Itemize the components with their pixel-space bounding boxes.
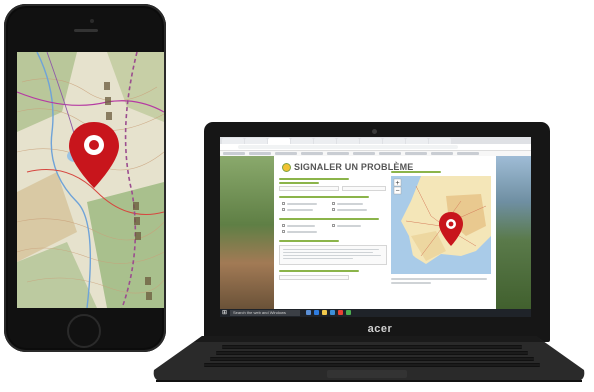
textarea-text [283,255,381,256]
checkbox-label [287,209,313,211]
browser-address-bar [220,144,531,151]
url-field[interactable] [238,145,458,149]
hiker-photo [220,156,274,309]
checkbox-label [337,203,363,205]
textarea-text [283,258,353,259]
photo-upload-field[interactable] [279,275,349,280]
bookmark-item[interactable] [405,152,427,155]
map-instruction-text [391,282,431,284]
browser-tab-bar [220,137,531,144]
map-zoom-controls: + − [393,178,402,195]
checkbox[interactable] [332,202,335,205]
app-icon[interactable] [346,310,351,315]
section-heading-problem-type [279,196,369,198]
bookmark-item[interactable] [223,152,245,155]
textarea-text [283,252,373,253]
checkbox-label [337,209,367,211]
section-heading-description [279,240,339,242]
bookmark-item[interactable] [457,152,479,155]
map-instruction-text [391,278,487,280]
bookmark-item[interactable] [249,152,271,155]
chrome-browser-icon[interactable] [338,310,343,315]
textarea-text [283,249,379,250]
file-explorer-icon[interactable] [322,310,327,315]
site-logo-icon [282,162,291,172]
touchpad[interactable] [327,370,407,378]
checkbox-label [337,225,361,227]
checkbox[interactable] [282,224,285,227]
phone-front-camera [90,19,94,23]
bookmark-item[interactable] [327,152,349,155]
laptop-screen: SIGNALER UN PROBLÈME + − ⊞ Search the we… [220,137,531,317]
section-heading-photo [279,270,359,272]
phone-home-button[interactable] [67,314,101,348]
windows-start-icon[interactable]: ⊞ [222,310,228,316]
checkbox[interactable] [282,202,285,205]
form-panel: SIGNALER UN PROBLÈME + − [274,156,496,309]
report-location-map[interactable]: + − [391,176,491,274]
france-map[interactable]: + − [391,176,491,274]
bookmark-item[interactable] [431,152,453,155]
checkbox[interactable] [282,208,285,211]
zoom-in-label: + [395,180,399,187]
section-heading-usage [279,218,379,220]
landscape-photo [496,156,531,309]
checkbox[interactable] [282,230,285,233]
form-intro-text [279,178,349,180]
laptop-webcam [372,129,377,134]
windows-taskbar: ⊞ Search the web and Windows [220,309,531,317]
checkbox[interactable] [332,224,335,227]
edge-browser-icon[interactable] [314,310,319,315]
name-field[interactable] [279,186,339,191]
checkbox-label [287,225,315,227]
phone-screen-map[interactable] [17,52,164,308]
phone-speaker [74,29,98,32]
email-field[interactable] [342,186,386,191]
laptop-brand-logo: acer [367,323,393,335]
topographic-map[interactable] [17,52,164,308]
task-view-icon[interactable] [306,310,311,315]
form-intro-text [279,182,319,184]
bookmark-item[interactable] [301,152,323,155]
zoom-out-label: − [395,188,399,195]
report-problem-page: SIGNALER UN PROBLÈME + − [220,156,531,309]
laptop-keyboard-deck [153,336,585,382]
bookmark-item[interactable] [379,152,401,155]
description-textarea[interactable] [279,245,387,265]
taskbar-search-box[interactable]: Search the web and Windows [230,310,300,316]
bookmark-item[interactable] [275,152,297,155]
bookmark-item[interactable] [353,152,375,155]
taskbar-clock[interactable] [510,309,530,317]
map-heading [391,171,441,173]
checkbox-label [287,231,317,233]
checkbox[interactable] [332,208,335,211]
smartphone [4,4,166,352]
checkbox-label [287,203,317,205]
store-icon[interactable] [330,310,335,315]
